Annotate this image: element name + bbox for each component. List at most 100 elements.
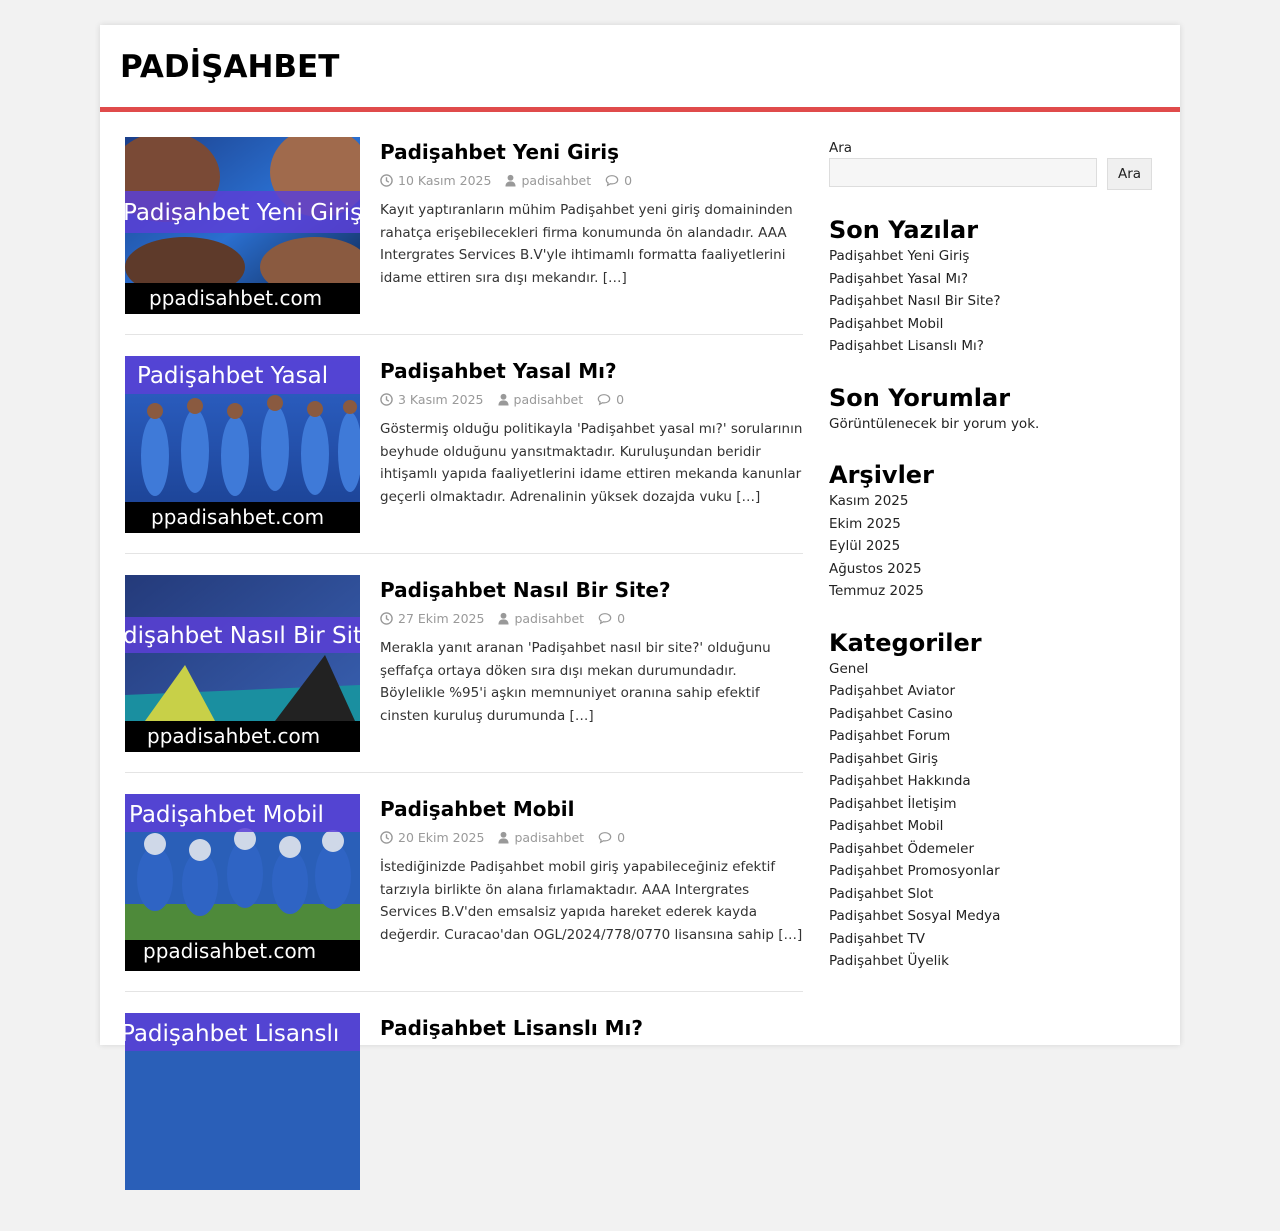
post-date: 3 Kasım 2025 (398, 391, 484, 407)
recent-post-link[interactable]: Padişahbet Mobil (829, 316, 943, 332)
post-comment-count[interactable]: 0 (616, 392, 624, 407)
user-icon (498, 831, 509, 843)
post-thumbnail[interactable]: Padişahbet Mobil ppadisahbet.com (125, 794, 360, 971)
category-link[interactable]: Padişahbet Giriş (829, 751, 938, 767)
page-wrapper: PADİŞAHBET Padişahbet Yeni Giriş ppadisa… (100, 25, 1180, 1190)
list-item: Padişahbet Forum (829, 725, 1155, 748)
category-link[interactable]: Padişahbet Sosyal Medya (829, 908, 1000, 924)
read-more-link[interactable]: […] (736, 489, 760, 505)
list-item: Padişahbet Mobil (829, 313, 1155, 336)
post-title[interactable]: Padişahbet Lisanslı Mı? (380, 1015, 803, 1041)
list-item: Padişahbet Giriş (829, 748, 1155, 771)
post-thumbnail[interactable]: Padişahbet Lisanslı (125, 1013, 360, 1190)
sidebar: Ara Ara Son Yazılar Padişahbet Yeni Giri… (829, 137, 1155, 973)
archive-link[interactable]: Eylül 2025 (829, 538, 900, 554)
post-comment-count[interactable]: 0 (617, 611, 625, 626)
category-link[interactable]: Padişahbet TV (829, 931, 925, 947)
category-link[interactable]: Padişahbet Mobil (829, 818, 943, 834)
post-title[interactable]: Padişahbet Yasal Mı? (380, 358, 803, 384)
list-item: Ekim 2025 (829, 513, 1155, 536)
category-link[interactable]: Padişahbet Üyelik (829, 953, 949, 969)
post-item: Padişahbet Yeni Giriş ppadisahbet.com Pa… (125, 137, 803, 335)
post-thumbnail[interactable]: Padişahbet Yeni Giriş ppadisahbet.com (125, 137, 360, 314)
comment-icon (598, 831, 612, 844)
comment-icon (605, 174, 619, 187)
thumbnail-banner-text: Padişahbet Yasal (137, 363, 328, 389)
list-item: Padişahbet Slot (829, 883, 1155, 906)
category-link[interactable]: Padişahbet Ödemeler (829, 841, 974, 857)
search-input[interactable] (829, 158, 1097, 187)
post-date: 10 Kasım 2025 (398, 172, 492, 188)
post-excerpt: Kayıt yaptıranların mühim Padişahbet yen… (380, 202, 793, 286)
list-item: Padişahbet Yeni Giriş (829, 245, 1155, 268)
categories-widget: Kategoriler Genel Padişahbet Aviator Pad… (829, 628, 1155, 973)
list-item: Genel (829, 658, 1155, 681)
list-item: Padişahbet Yasal Mı? (829, 268, 1155, 291)
list-item: Padişahbet Aviator (829, 680, 1155, 703)
list-item: Padişahbet Ödemeler (829, 838, 1155, 861)
site-title[interactable]: PADİŞAHBET (120, 49, 339, 85)
post-author[interactable]: padisahbet (514, 830, 584, 845)
post-comment-count[interactable]: 0 (624, 173, 632, 188)
post-author[interactable]: padisahbet (514, 392, 584, 407)
user-icon (497, 393, 509, 405)
post-author[interactable]: padisahbet (514, 611, 584, 626)
archive-link[interactable]: Kasım 2025 (829, 493, 908, 509)
post-title[interactable]: Padişahbet Nasıl Bir Site? (380, 577, 803, 603)
post-title[interactable]: Padişahbet Yeni Giriş (380, 139, 803, 165)
category-link[interactable]: Padişahbet Casino (829, 706, 953, 722)
archive-link[interactable]: Ağustos 2025 (829, 561, 922, 577)
recent-post-link[interactable]: Padişahbet Lisanslı Mı? (829, 338, 984, 354)
widget-title: Son Yazılar (829, 216, 979, 244)
post-date: 27 Ekim 2025 (398, 610, 485, 626)
post-meta: 20 Ekim 2025 padisahbet 0 (380, 828, 803, 846)
thumbnail-banner-text: Padişahbet Lisanslı (125, 1021, 339, 1047)
post-title[interactable]: Padişahbet Mobil (380, 796, 803, 822)
archive-link[interactable]: Temmuz 2025 (829, 583, 924, 599)
list-item: Padişahbet Nasıl Bir Site? (829, 290, 1155, 313)
thumbnail-banner-text: Padişahbet Mobil (129, 802, 324, 828)
post-meta: 27 Ekim 2025 padisahbet 0 (380, 609, 803, 627)
post-thumbnail[interactable]: Padişahbet Yasal ppadisahbet.com (125, 356, 360, 533)
thumbnail-footer-text: ppadisahbet.com (143, 939, 316, 963)
user-icon (505, 174, 517, 186)
post-comment-count[interactable]: 0 (617, 830, 625, 845)
list-item: Padişahbet Casino (829, 703, 1155, 726)
clock-icon (380, 392, 393, 406)
category-link[interactable]: Padişahbet Promosyonlar (829, 863, 1000, 879)
read-more-link[interactable]: […] (570, 708, 594, 724)
category-link[interactable]: Genel (829, 661, 868, 677)
archives-widget: Arşivler Kasım 2025 Ekim 2025 Eylül 2025… (829, 460, 1155, 603)
list-item: Padişahbet Lisanslı Mı? (829, 335, 1155, 358)
read-more-link[interactable]: […] (778, 927, 802, 943)
recent-comments-widget: Son Yorumlar Görüntülenecek bir yorum yo… (829, 383, 1155, 436)
category-link[interactable]: Padişahbet İletişim (829, 796, 956, 812)
post-excerpt: Merakla yanıt aranan 'Padişahbet nasıl b… (380, 640, 771, 724)
post-author[interactable]: padisahbet (521, 173, 591, 188)
list-item: Padişahbet Üyelik (829, 950, 1155, 973)
post-thumbnail[interactable]: dişahbet Nasıl Bir Site ppadisahbet.com (125, 575, 360, 752)
post-meta: 10 Kasım 2025 padisahbet 0 (380, 171, 803, 189)
read-more-link[interactable]: […] (603, 270, 627, 286)
category-link[interactable]: Padişahbet Hakkında (829, 773, 971, 789)
list-item: Ağustos 2025 (829, 558, 1155, 581)
recent-post-link[interactable]: Padişahbet Yasal Mı? (829, 271, 968, 287)
archive-link[interactable]: Ekim 2025 (829, 516, 901, 532)
category-link[interactable]: Padişahbet Forum (829, 728, 950, 744)
site-header: PADİŞAHBET (100, 25, 1180, 112)
list-item: Eylül 2025 (829, 535, 1155, 558)
thumbnail-footer-text: ppadisahbet.com (147, 724, 320, 748)
category-link[interactable]: Padişahbet Aviator (829, 683, 955, 699)
comment-icon (598, 612, 612, 625)
thumbnail-footer-text: ppadisahbet.com (151, 505, 324, 529)
recent-post-link[interactable]: Padişahbet Yeni Giriş (829, 248, 969, 264)
widget-title: Kategoriler (829, 628, 982, 657)
category-link[interactable]: Padişahbet Slot (829, 886, 933, 902)
post-excerpt: İstediğinizde Padişahbet mobil giriş yap… (380, 859, 803, 943)
list-item: Padişahbet İletişim (829, 793, 1155, 816)
recent-post-link[interactable]: Padişahbet Nasıl Bir Site? (829, 293, 1001, 309)
thumbnail-footer-text: ppadisahbet.com (149, 286, 322, 310)
no-comments-text: Görüntülenecek bir yorum yok. (829, 415, 1040, 432)
archives-list: Kasım 2025 Ekim 2025 Eylül 2025 Ağustos … (829, 490, 1155, 603)
search-button[interactable]: Ara (1107, 158, 1152, 190)
